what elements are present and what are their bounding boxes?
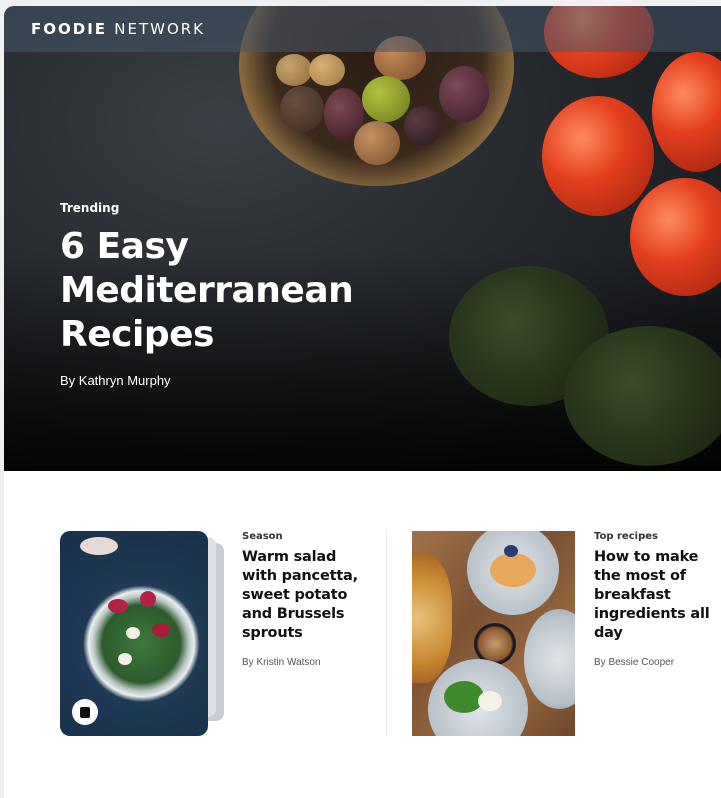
pizza-slice <box>412 553 452 683</box>
olive-image <box>362 76 410 122</box>
cheese-piece <box>126 627 140 639</box>
beet-piece <box>108 599 128 613</box>
salad-image <box>60 531 208 736</box>
brand-name-light: NETWORK <box>114 20 206 38</box>
olive-image <box>280 86 324 132</box>
beet-piece <box>152 623 170 637</box>
hero-author: By Kathryn Murphy <box>60 373 171 388</box>
hero-eyebrow: Trending <box>60 201 120 215</box>
brand-logo[interactable]: FOODIE NETWORK <box>31 20 205 38</box>
page-frame: FOODIE NETWORK Trending 6 Easy Mediterra… <box>4 6 721 798</box>
bowl-edge <box>80 537 118 555</box>
breakfast-image[interactable] <box>412 531 575 736</box>
olive-image <box>404 106 440 146</box>
card-author: By Bessie Cooper <box>594 657 675 668</box>
card-tag: Top recipes <box>594 531 658 542</box>
tomato-image <box>652 52 721 172</box>
card-title[interactable]: Warm salad with pancetta, sweet potato a… <box>242 548 372 643</box>
card-body: Top recipes How to make the most of brea… <box>594 531 721 668</box>
card-thumbnail-stack[interactable] <box>60 531 225 736</box>
tomato-image <box>542 96 654 216</box>
broccoli-image <box>564 326 721 466</box>
top-navbar: FOODIE NETWORK <box>4 6 721 52</box>
olive-image <box>276 54 312 86</box>
olive-image <box>354 121 400 165</box>
card-tag: Season <box>242 531 283 542</box>
blueberries <box>504 545 518 557</box>
brand-name-bold: FOODIE <box>31 20 115 38</box>
hero-banner[interactable]: FOODIE NETWORK Trending 6 Easy Mediterra… <box>4 6 721 471</box>
tomato-image <box>630 178 721 296</box>
beet-piece <box>140 591 156 607</box>
card-author: By Kristin Watson <box>242 657 321 668</box>
hero-title[interactable]: 6 Easy Mediterranean Recipes <box>60 225 390 357</box>
toast-plate <box>524 609 575 709</box>
card-divider <box>386 531 387 736</box>
pancakes <box>490 553 536 587</box>
egg <box>478 691 502 711</box>
hero-text: Trending 6 Easy Mediterranean Recipes By… <box>60 201 390 388</box>
cheese-piece <box>118 653 132 665</box>
olive-image <box>439 66 489 122</box>
card-body: Season Warm salad with pancetta, sweet p… <box>242 531 372 668</box>
stack-play-icon[interactable] <box>72 699 98 725</box>
card-title[interactable]: How to make the most of breakfast ingred… <box>594 548 718 643</box>
olive-image <box>309 54 345 86</box>
